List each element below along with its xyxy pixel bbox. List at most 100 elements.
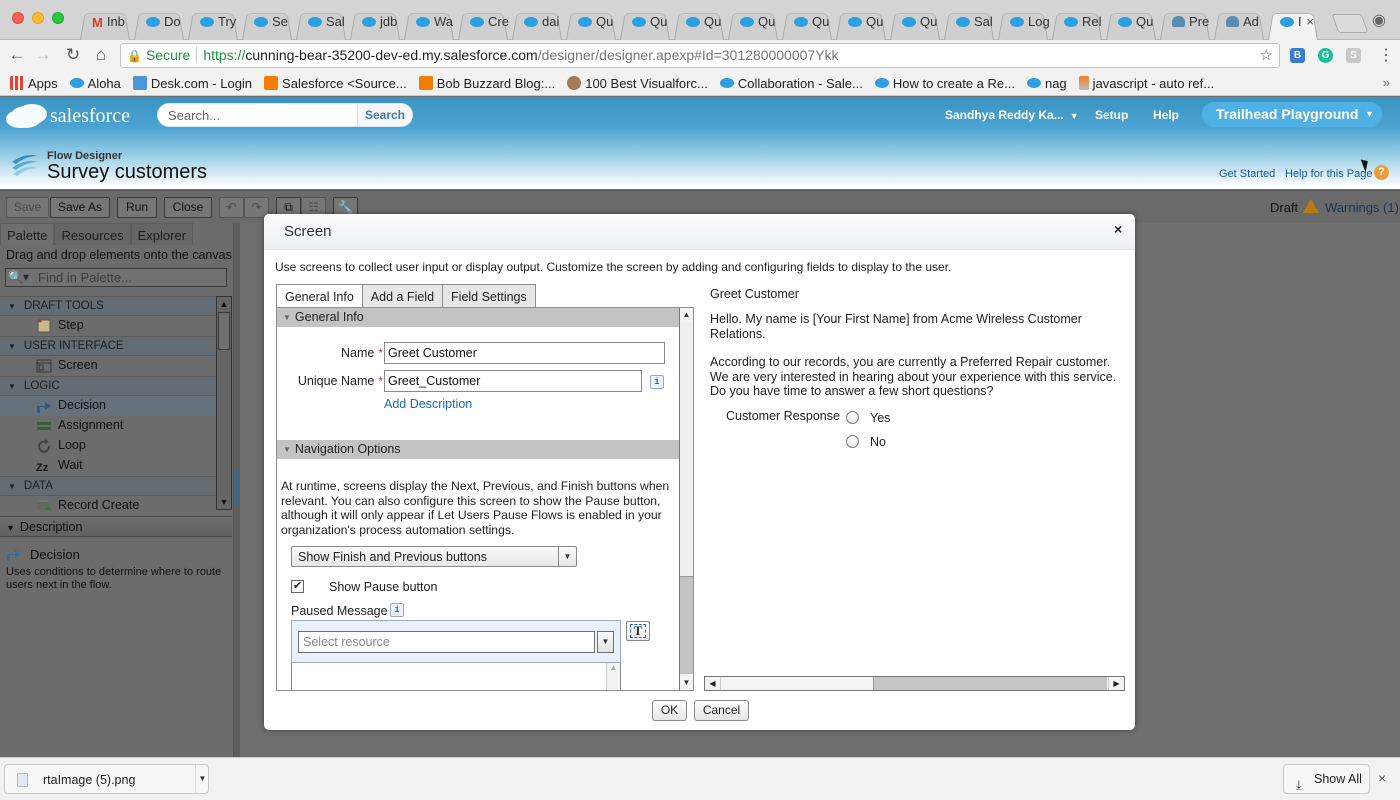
- chevron-down-icon[interactable]: ▼: [195, 765, 209, 793]
- panel-scrollbar[interactable]: ▲ ▼: [679, 308, 693, 690]
- new-tab-button[interactable]: [1331, 14, 1369, 33]
- browser-tab[interactable]: Qu: [726, 7, 780, 40]
- navigation-options-section-header[interactable]: ▼ Navigation Options: [277, 440, 679, 459]
- bookmark-star-icon[interactable]: ☆: [1260, 44, 1273, 67]
- browser-tab[interactable]: Qu: [834, 7, 888, 40]
- more-bookmarks-button[interactable]: »: [1383, 75, 1390, 90]
- palette-scrollbar[interactable]: ▲ ▼: [216, 296, 232, 510]
- bookmark-item[interactable]: Bob Buzzard Blog:...: [418, 76, 555, 91]
- tab-general-info[interactable]: General Info: [276, 284, 363, 309]
- warnings-link[interactable]: Warnings (1): [1325, 200, 1399, 215]
- palette-item[interactable]: Screen: [0, 356, 216, 376]
- bookmark-item[interactable]: Desk.com - Login: [132, 76, 252, 91]
- cancel-button[interactable]: Cancel: [694, 700, 749, 721]
- bookmark-item[interactable]: javascript - auto ref...: [1078, 76, 1214, 91]
- get-started-link[interactable]: Get Started: [1219, 168, 1275, 180]
- search-icon[interactable]: 🔍▾: [8, 270, 29, 284]
- palette-item[interactable]: Loop: [0, 436, 216, 456]
- tab-resources[interactable]: Resources: [54, 223, 131, 245]
- close-icon[interactable]: ×: [1114, 221, 1122, 237]
- close-icon[interactable]: ×: [1378, 770, 1386, 786]
- home-button[interactable]: ⌂: [90, 45, 112, 65]
- user-menu[interactable]: Sandhya Reddy Ka... ▼: [945, 108, 1079, 122]
- info-icon[interactable]: i: [390, 603, 404, 617]
- scroll-up-icon[interactable]: ▲: [217, 297, 231, 311]
- reload-button[interactable]: ↻: [62, 45, 84, 65]
- info-icon[interactable]: i: [650, 375, 664, 389]
- description-header[interactable]: ▼ Description: [0, 516, 232, 537]
- bookmark-item[interactable]: Collaboration - Sale...: [719, 76, 863, 91]
- save-button[interactable]: Save: [6, 197, 49, 218]
- text-template-button[interactable]: T: [626, 621, 650, 641]
- bookmark-item[interactable]: How to create a Re...: [874, 76, 1015, 91]
- tab-palette[interactable]: Palette: [0, 223, 55, 245]
- tab-add-a-field[interactable]: Add a Field: [361, 284, 444, 308]
- textarea-scrollbar[interactable]: ▲: [606, 663, 620, 690]
- global-search-input[interactable]: [168, 107, 358, 123]
- palette-group-header[interactable]: ▼ DRAFT TOOLS: [0, 296, 216, 316]
- radio-no[interactable]: [846, 435, 859, 448]
- browser-tab[interactable]: Sal: [294, 7, 348, 40]
- palette-item[interactable]: Step: [0, 316, 216, 336]
- browser-tab[interactable]: Do: [132, 7, 186, 40]
- tab-field-settings[interactable]: Field Settings: [442, 284, 536, 308]
- search-button[interactable]: Search: [357, 104, 412, 126]
- browser-tab[interactable]: Qu: [672, 7, 726, 40]
- browser-tab[interactable]: Log: [996, 7, 1050, 40]
- general-info-section-header[interactable]: ▼ General Info: [277, 308, 679, 327]
- browser-tab[interactable]: dai: [510, 7, 564, 40]
- window-minimize-button[interactable]: [32, 12, 44, 24]
- scroll-down-icon[interactable]: ▼: [680, 676, 693, 690]
- bookmark-item[interactable]: Apps: [10, 76, 58, 91]
- add-description-link[interactable]: Add Description: [384, 397, 472, 411]
- palette-item[interactable]: Assignment: [0, 416, 216, 436]
- browser-tab[interactable]: Qu: [888, 7, 942, 40]
- window-zoom-button[interactable]: [52, 12, 64, 24]
- splitter-handle[interactable]: [234, 470, 239, 506]
- scroll-thumb[interactable]: [680, 576, 693, 674]
- browser-tab[interactable]: I ×: [1266, 7, 1320, 40]
- scroll-thumb[interactable]: [218, 312, 230, 350]
- forward-button[interactable]: →: [32, 45, 54, 65]
- help-icon[interactable]: ?: [1374, 165, 1389, 180]
- extension-s-icon[interactable]: S: [1346, 48, 1361, 63]
- back-button[interactable]: ←: [6, 45, 28, 65]
- browser-tab[interactable]: Wa: [402, 7, 456, 40]
- palette-group-header[interactable]: ▼ DATA: [0, 476, 216, 496]
- scroll-thumb[interactable]: [873, 677, 1107, 690]
- browser-tab[interactable]: Cre: [456, 7, 510, 40]
- browser-tab[interactable]: Try: [186, 7, 240, 40]
- browser-tab[interactable]: jdb: [348, 7, 402, 40]
- unique-name-input[interactable]: [384, 370, 642, 392]
- browser-tab[interactable]: Se: [240, 7, 294, 40]
- name-input[interactable]: [384, 342, 665, 364]
- close-tab-icon[interactable]: ×: [1306, 14, 1314, 29]
- chevron-down-icon[interactable]: ▼: [597, 631, 614, 653]
- app-menu[interactable]: Trailhead Playground ▼: [1202, 102, 1382, 127]
- select-resource-input[interactable]: [298, 631, 595, 653]
- browser-tab[interactable]: Pre: [1158, 7, 1212, 40]
- show-pause-checkbox[interactable]: ✔: [291, 580, 304, 593]
- browser-tab[interactable]: Qu: [618, 7, 672, 40]
- bookmark-item[interactable]: 100 Best Visualforc...: [567, 76, 708, 91]
- help-for-page-link[interactable]: Help for this Page: [1285, 168, 1372, 180]
- browser-tab[interactable]: Sal: [942, 7, 996, 40]
- browser-tab[interactable]: Rel: [1050, 7, 1104, 40]
- undo-icon[interactable]: ↶: [219, 197, 244, 218]
- preview-horizontal-scrollbar[interactable]: ◀ ▶: [704, 676, 1125, 691]
- run-button[interactable]: Run: [117, 197, 157, 218]
- bookmark-item[interactable]: nag: [1026, 76, 1067, 91]
- scroll-down-icon[interactable]: ▼: [217, 495, 231, 509]
- paused-message-textarea[interactable]: ▲: [291, 663, 621, 690]
- navigation-buttons-select[interactable]: Show Finish and Previous buttons ▼: [291, 546, 577, 567]
- setup-link[interactable]: Setup: [1095, 108, 1128, 122]
- browser-tab[interactable]: M Inb: [78, 7, 132, 40]
- download-item[interactable]: rtaImage (5).png ▼: [4, 764, 209, 794]
- palette-group-header[interactable]: ▼ LOGIC: [0, 376, 216, 396]
- help-link[interactable]: Help: [1153, 108, 1179, 122]
- tab-explorer[interactable]: Explorer: [130, 223, 194, 245]
- window-close-button[interactable]: [12, 12, 24, 24]
- extension-b-icon[interactable]: B: [1290, 48, 1305, 63]
- save-as-button[interactable]: Save As: [50, 197, 110, 218]
- palette-item[interactable]: Record Create: [0, 496, 216, 510]
